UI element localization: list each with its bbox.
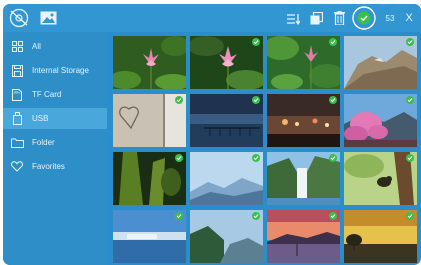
thumbnail-city-bokeh[interactable] [267, 94, 340, 147]
toolbar: 53 X [3, 4, 421, 32]
thumbnail-lake-town[interactable] [113, 210, 186, 263]
close-button[interactable]: X [402, 9, 416, 27]
thumbnail-pink-blossom[interactable] [344, 94, 417, 147]
folder-icon [10, 136, 24, 150]
trash-icon[interactable] [332, 10, 346, 25]
sidebar-item-folder[interactable]: Folder [3, 132, 107, 153]
thumbnail-heart-sand[interactable] [113, 94, 186, 147]
thumbnail-lotus-3[interactable] [267, 36, 340, 89]
check-circle-icon[interactable] [352, 6, 376, 30]
checked-icon [175, 154, 183, 162]
thumbnail-misty-mountains[interactable] [190, 152, 263, 205]
sidebar-item-tf-card[interactable]: TF Card [3, 84, 107, 105]
sidebar-item-label: All [32, 42, 41, 51]
sidebar-item-label: TF Card [32, 90, 62, 99]
sidebar-item-label: Folder [32, 138, 55, 147]
thumbnail-mountain-valley[interactable] [190, 210, 263, 263]
thumbnail-mossy-tree[interactable] [113, 152, 186, 205]
sidebar-item-usb[interactable]: USB [3, 108, 107, 129]
checked-icon [252, 154, 260, 162]
thumbnail-mountain[interactable] [344, 36, 417, 89]
checked-icon [406, 96, 414, 104]
copy-icon[interactable] [309, 11, 323, 25]
thumbnail-bird[interactable] [344, 152, 417, 205]
sidebar-item-internal-storage[interactable]: Internal Storage [3, 60, 107, 81]
thumbnail-lotus-1[interactable] [113, 36, 186, 89]
gallery-app: 53 X All Internal Storage TF Card USB Fo… [3, 4, 421, 265]
checked-icon [329, 154, 337, 162]
sidebar-item-label: USB [32, 114, 49, 123]
usb-icon [10, 112, 24, 126]
selected-count: 53 [385, 13, 395, 23]
sd-card-icon [10, 88, 24, 102]
checked-icon [406, 38, 414, 46]
sidebar-item-favorites[interactable]: Favorites [3, 156, 107, 177]
sort-list-icon[interactable] [286, 12, 300, 25]
sidebar-item-all[interactable]: All [3, 36, 107, 57]
storage-icon [10, 64, 24, 78]
thumbnail-yellow-sunset[interactable] [344, 210, 417, 263]
thumbnail-lotus-2[interactable] [190, 36, 263, 89]
checked-icon [406, 212, 414, 220]
heart-icon [10, 160, 24, 174]
checked-icon [252, 96, 260, 104]
sidebar: All Internal Storage TF Card USB Folder … [3, 32, 107, 265]
checked-icon [329, 96, 337, 104]
sidebar-item-label: Internal Storage [32, 66, 89, 75]
checked-icon [175, 212, 183, 220]
grid-icon [10, 40, 24, 54]
thumbnail-sunset-lake[interactable] [267, 210, 340, 263]
thumbnail-waterfall[interactable] [267, 152, 340, 205]
checked-icon [406, 154, 414, 162]
checked-icon [252, 38, 260, 46]
checked-icon [175, 96, 183, 104]
thumbnail-pier-dusk[interactable] [190, 94, 263, 147]
checked-icon [252, 212, 260, 220]
sidebar-item-label: Favorites [32, 162, 65, 171]
thumbnail-grid [110, 33, 421, 265]
gallery-off-icon[interactable] [7, 7, 31, 29]
image-icon[interactable] [39, 10, 57, 26]
checked-icon [329, 212, 337, 220]
checked-icon [329, 38, 337, 46]
